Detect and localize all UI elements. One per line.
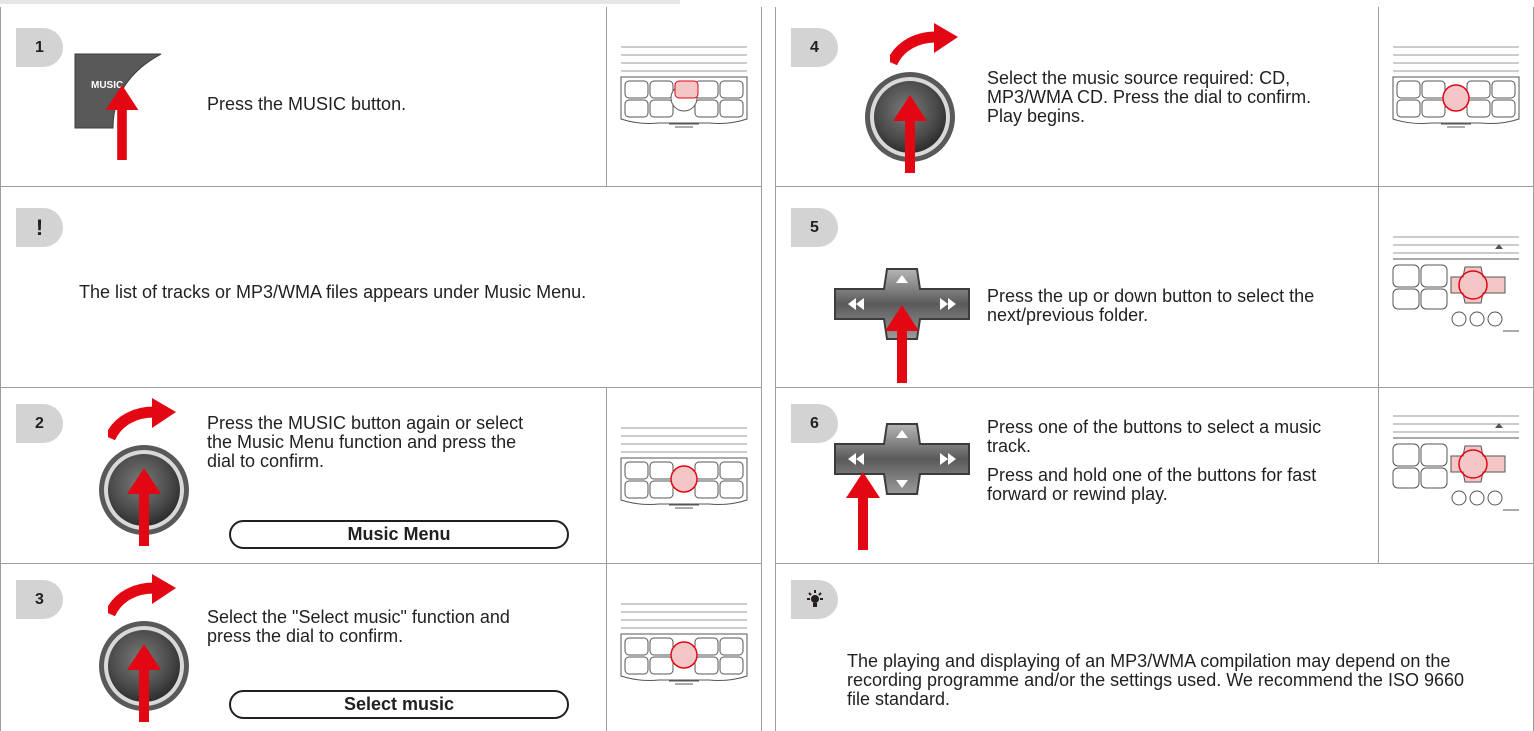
step-number-badge: 1 (16, 28, 63, 67)
step-6: 6 Press one of the buttons to select a m… (776, 388, 1533, 564)
tip-box: The playing and displaying of an MP3/WMA… (776, 564, 1533, 731)
tip-lightbulb-icon (791, 580, 838, 619)
direction-pad-illustration (832, 422, 972, 552)
step-4-text: Select the music source required: CD, MP… (987, 68, 1312, 126)
step-1-text: Press the MUSIC button. (207, 94, 407, 114)
step-1-panel-thumbnail (606, 7, 761, 186)
step-number-badge: 2 (16, 404, 63, 443)
step-5-text: Press the up or down button to select th… (987, 286, 1315, 325)
step-number-badge: 3 (16, 580, 63, 619)
rotate-arrow-icon (890, 23, 960, 65)
dial-illustration (96, 398, 192, 548)
step-4: 4 Select the music source required: CD, … (776, 7, 1533, 187)
press-arrow-icon (127, 468, 161, 546)
rotate-arrow-icon (108, 574, 178, 616)
step-3: 3 Select the "Select music" function and… (1, 564, 761, 731)
press-arrow-icon (127, 644, 161, 722)
dial-illustration (860, 23, 960, 183)
step-6-panel-thumbnail (1378, 388, 1533, 563)
warning-icon: ! (16, 208, 63, 247)
press-arrow-icon (846, 472, 880, 550)
top-rule (0, 0, 680, 4)
music-menu-label: Music Menu (229, 520, 569, 549)
step-number-badge: 6 (791, 404, 838, 443)
press-arrow-icon (893, 95, 927, 173)
step-3-text: Select the "Select music" function and p… (207, 607, 510, 646)
select-music-label: Select music (229, 690, 569, 719)
tip-text: The playing and displaying of an MP3/WMA… (847, 651, 1464, 709)
note-text: The list of tracks or MP3/WMA files appe… (79, 282, 587, 302)
press-arrow-icon (105, 85, 139, 160)
step-2-panel-thumbnail (606, 388, 761, 563)
step-6-text-2: Press and hold one of the buttons for fa… (987, 465, 1317, 504)
step-3-panel-thumbnail (606, 564, 761, 731)
step-2: 2 Press the MUSIC button again or select… (1, 388, 761, 564)
step-number-badge: 4 (791, 28, 838, 67)
note-box: ! The list of tracks or MP3/WMA files ap… (1, 187, 761, 388)
step-6-text-1: Press one of the buttons to select a mus… (987, 417, 1322, 456)
step-number-badge: 5 (791, 208, 838, 247)
direction-pad-illustration (832, 267, 972, 387)
right-column: 4 Select the music source required: CD, … (775, 7, 1534, 731)
dial-illustration (96, 574, 192, 724)
left-column: 1 MUSIC Press the MUSIC button. ! The li… (0, 7, 762, 731)
press-arrow-icon (885, 305, 919, 383)
step-2-text: Press the MUSIC button again or select t… (207, 413, 524, 471)
step-5-panel-thumbnail (1378, 187, 1533, 387)
step-5: 5 Press the up or down button to select … (776, 187, 1533, 388)
step-1: 1 MUSIC Press the MUSIC button. (1, 7, 761, 187)
music-button-illustration: MUSIC (73, 50, 163, 160)
step-4-panel-thumbnail (1378, 7, 1533, 186)
rotate-arrow-icon (108, 398, 178, 440)
